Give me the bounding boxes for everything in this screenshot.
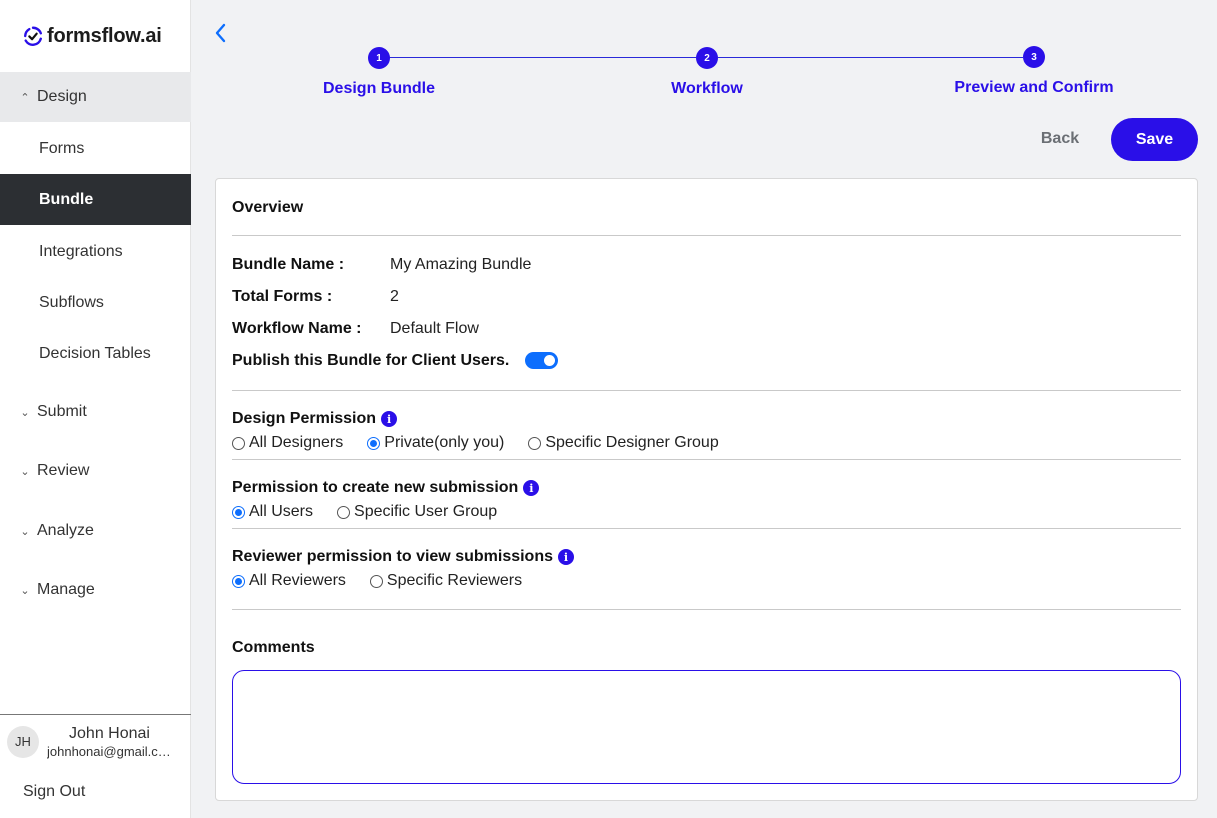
radio-specific-designer-group[interactable]: Specific Designer Group [528,434,719,452]
save-button[interactable]: Save [1111,118,1198,161]
info-icon[interactable]: i [558,549,574,565]
sidebar-section-analyze[interactable]: ⌄ Analyze [0,511,191,551]
back-button[interactable]: Back [1022,119,1098,159]
user-profile[interactable]: JH John Honai johnhonai@gmail.com [0,714,191,768]
comments-textarea[interactable] [232,670,1181,784]
total-forms-label: Total Forms : [232,288,333,305]
divider [232,235,1181,236]
sidebar-item-label: Decision Tables [39,344,151,362]
radio-specific-reviewers[interactable]: Specific Reviewers [369,572,523,590]
divider [232,390,1181,391]
sidebar-section-submit[interactable]: ⌄ Submit [0,392,191,432]
step-2-label: Workflow [671,80,743,97]
sidebar-section-label: Review [37,462,90,479]
user-name: John Honai [69,724,150,742]
sidebar-item-label: Bundle [39,190,94,208]
radio-label: All Users [249,503,314,520]
radio-all-users[interactable]: All Users [232,503,313,521]
radio-private[interactable]: Private(only you) [367,434,504,452]
reviewer-permission-options: All Reviewers Specific Reviewers [232,572,546,590]
sidebar-item-bundle[interactable]: Bundle [0,174,191,225]
radio-button[interactable] [232,505,245,519]
radio-button[interactable] [367,436,381,450]
divider [232,528,1181,529]
radio-button[interactable] [337,505,351,519]
sidebar-item-label: Forms [39,139,85,157]
sidebar-section-label: Submit [37,403,87,420]
sidebar-section-label: Manage [37,581,95,598]
formsflow-logo-icon [24,26,42,46]
step-1-label: Design Bundle [322,80,436,97]
chevron-down-icon: ⌄ [20,584,30,597]
workflow-name-label: Workflow Name : [232,320,362,337]
sidebar-item-decision-tables[interactable]: Decision Tables [0,328,191,379]
sidebar-item-forms[interactable]: Forms [0,123,191,174]
sidebar-section-review[interactable]: ⌄ Review [0,451,191,491]
step-2-indicator[interactable]: 2 [696,47,718,69]
chevron-down-icon: ⌄ [20,465,30,478]
radio-button[interactable] [369,574,383,588]
bundle-name-label: Bundle Name : [232,256,345,273]
info-icon[interactable]: i [523,480,540,496]
design-permission-options: All Designers Private(only you) Specific… [232,434,743,452]
sidebar-section-label: Design [37,88,87,105]
radio-label: All Designers [249,434,344,451]
submission-permission-label: Permission to create new submission [232,479,519,496]
sidebar-section-label: Analyze [37,522,94,539]
radio-button[interactable] [528,436,542,450]
avatar: JH [7,725,39,758]
chevron-up-icon: ⌃ [20,91,30,104]
radio-label: Specific User Group [354,503,498,520]
step-3-indicator[interactable]: 3 [1023,46,1045,68]
stepper-connector [389,57,696,58]
total-forms-value: 2 [390,288,399,305]
chevron-left-icon[interactable] [210,22,232,44]
sign-out-link[interactable]: Sign Out [23,783,85,801]
radio-button[interactable] [232,574,245,588]
submission-permission-title: Permission to create new submission i [232,479,540,497]
info-icon[interactable]: i [381,411,398,427]
publish-toggle[interactable] [525,352,558,369]
reviewer-permission-title: Reviewer permission to view submissions … [232,548,574,566]
design-permission-title: Design Permission i [232,410,398,428]
sidebar-item-integrations[interactable]: Integrations [0,226,191,277]
radio-all-designers[interactable]: All Designers [232,434,343,452]
user-email: johnhonai@gmail.com [47,743,172,759]
reviewer-permission-label: Reviewer permission to view submissions [232,548,553,565]
divider [232,459,1181,460]
step-3-label: Preview and Confirm [954,79,1114,96]
design-permission-label: Design Permission [232,410,377,427]
radio-label: Specific Designer Group [545,434,719,451]
stepper-connector [718,57,1023,58]
sidebar-item-label: Integrations [39,242,123,260]
logo[interactable]: formsflow.ai [22,22,162,50]
bundle-name-value: My Amazing Bundle [390,256,532,273]
chevron-down-icon: ⌄ [20,525,30,538]
card-title: Overview [232,199,304,216]
radio-label: Private(only you) [384,434,505,451]
radio-label: Specific Reviewers [386,572,523,589]
logo-text: formsflow.ai [47,24,162,47]
sidebar-section-design[interactable]: ⌃ Design [0,72,191,122]
sidebar: formsflow.ai ⌃ Design Forms Bundle Integ… [0,0,191,818]
radio-all-reviewers[interactable]: All Reviewers [232,572,346,590]
workflow-name-value: Default Flow [390,320,479,337]
overview-card: Overview Bundle Name : My Amazing Bundle… [215,178,1198,801]
submission-permission-options: All Users Specific User Group [232,503,521,521]
step-1-indicator[interactable]: 1 [368,47,390,69]
sidebar-section-manage[interactable]: ⌄ Manage [0,570,191,610]
sidebar-item-label: Subflows [39,293,104,311]
radio-specific-user-group[interactable]: Specific User Group [337,503,497,521]
sidebar-item-subflows[interactable]: Subflows [0,277,191,328]
publish-label: Publish this Bundle for Client Users. [232,352,510,369]
radio-button[interactable] [232,436,245,450]
user-info: John Honai johnhonai@gmail.com [47,724,172,760]
chevron-down-icon: ⌄ [20,406,30,419]
radio-label: All Reviewers [249,572,346,589]
divider [232,609,1181,610]
comments-label: Comments [232,639,315,656]
